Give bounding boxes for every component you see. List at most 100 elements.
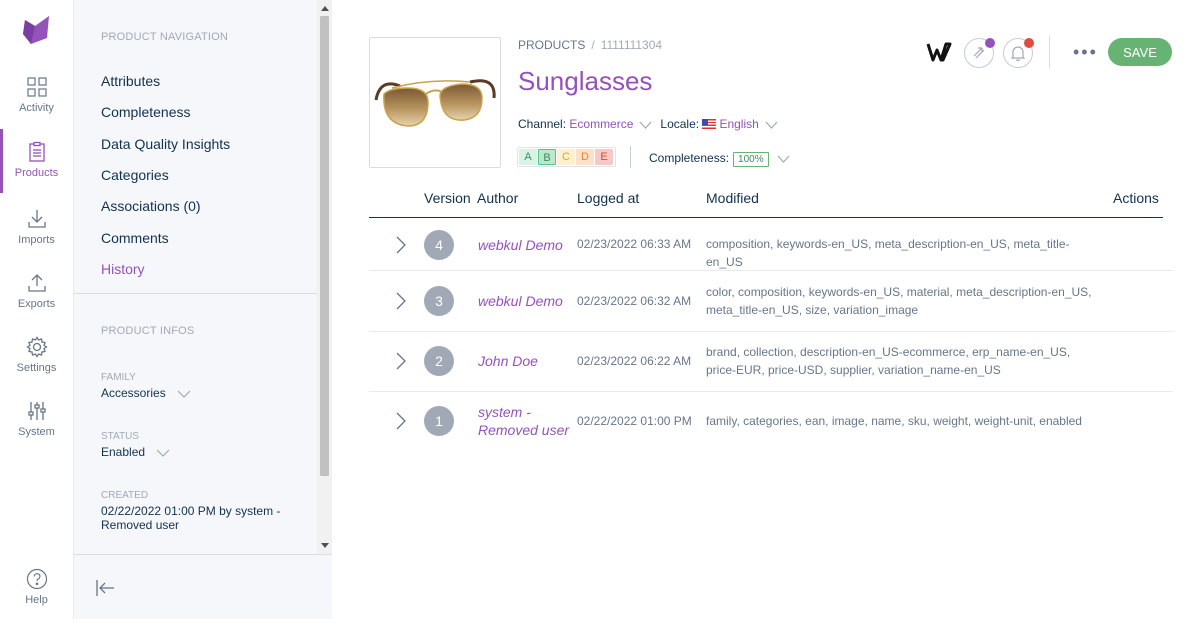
modified-fields: color, composition, keywords-en_US, mate…	[706, 285, 1092, 317]
product-navigation-panel: PRODUCT NAVIGATION Attributes Completene…	[74, 0, 332, 619]
sync-button[interactable]	[964, 38, 995, 68]
menu-item-products[interactable]: Products	[0, 129, 73, 193]
chevron-down-icon	[177, 390, 191, 398]
nav-link-completeness[interactable]: Completeness	[101, 104, 191, 120]
locale-label: Locale:	[660, 117, 700, 131]
chevron-right-icon[interactable]	[395, 351, 407, 371]
divider	[630, 146, 631, 168]
menu-label: Products	[14, 167, 59, 179]
author-link[interactable]: webkul Demo	[478, 292, 563, 310]
product-navigation-title: PRODUCT NAVIGATION	[101, 31, 229, 43]
menu-label: Settings	[16, 362, 57, 374]
webkul-extension-icon[interactable]	[926, 40, 952, 64]
collapse-panel-icon[interactable]	[94, 577, 116, 599]
product-code: 1111111304	[600, 38, 663, 52]
table-row[interactable]: 3 webkul Demo 02/23/2022 06:32 AM color,…	[369, 272, 1173, 332]
version-badge: 1	[424, 406, 454, 436]
more-options-icon[interactable]: •••	[1073, 42, 1098, 63]
family-selector[interactable]: Accessories	[101, 386, 191, 400]
menu-label: Imports	[18, 234, 55, 246]
notification-indicator	[1024, 38, 1034, 48]
menu-label: Exports	[17, 298, 56, 310]
page-title: Sunglasses	[518, 66, 653, 96]
logged-at: 02/23/2022 06:22 AM	[577, 354, 692, 368]
author-link[interactable]: John Doe	[478, 352, 538, 370]
created-value: 02/22/2022 01:00 PM by system - Removed …	[101, 504, 281, 532]
channel-label: Channel:	[518, 117, 567, 131]
family-value: Accessories	[101, 386, 166, 400]
chevron-down-icon[interactable]	[639, 121, 652, 129]
dqi-grade-e: E	[595, 149, 613, 165]
column-logged-at: Logged at	[577, 190, 640, 206]
chevron-down-icon[interactable]	[765, 121, 778, 129]
divider	[74, 293, 317, 294]
product-navigation-scroll[interactable]: PRODUCT NAVIGATION Attributes Completene…	[74, 0, 317, 554]
completeness-badge: 100%	[733, 152, 769, 167]
akeneo-logo[interactable]	[21, 14, 53, 46]
chevron-right-icon[interactable]	[395, 411, 407, 431]
table-row[interactable]: 4 webkul Demo 02/23/2022 06:33 AM compos…	[369, 219, 1173, 271]
breadcrumb-products-link[interactable]: PRODUCTS	[518, 38, 585, 52]
dqi-grade-d: D	[576, 149, 594, 165]
menu-item-system[interactable]: System	[0, 400, 73, 464]
scrollbar[interactable]	[317, 0, 332, 554]
product-infos-title: PRODUCT INFOS	[101, 325, 195, 337]
nav-link-categories[interactable]: Categories	[101, 167, 169, 183]
menu-label: Activity	[19, 102, 54, 114]
settings-icon	[25, 336, 48, 358]
us-flag-icon	[702, 119, 717, 129]
main-content: PRODUCTS / 1111111304 Sunglasses Channel: …	[332, 0, 1200, 619]
imports-icon	[27, 210, 46, 228]
author-link[interactable]: system - Removed user	[478, 403, 573, 439]
activity-icon	[26, 77, 47, 97]
chevron-down-icon	[156, 449, 170, 457]
menu-item-help[interactable]: Help	[0, 568, 73, 632]
status-value: Enabled	[101, 445, 146, 459]
version-badge: 2	[424, 346, 454, 376]
completeness-label: Completeness:	[649, 151, 730, 165]
nav-link-attributes[interactable]: Attributes	[101, 73, 160, 89]
chevron-right-icon[interactable]	[395, 235, 407, 255]
data-quality-badges[interactable]: A B C D E	[517, 147, 616, 167]
logged-at: 02/22/2022 01:00 PM	[577, 414, 692, 428]
divider	[1049, 36, 1050, 68]
history-table-header: Version Author Logged at Modified Action…	[369, 180, 1163, 218]
version-badge: 4	[424, 230, 454, 260]
help-icon	[26, 568, 47, 590]
modified-fields: family, categories, ean, image, name, sk…	[706, 414, 1082, 428]
nav-link-comments[interactable]: Comments	[101, 230, 169, 246]
column-version: Version	[424, 190, 471, 206]
completeness-dropdown[interactable]: Completeness: 100%	[649, 151, 790, 167]
nav-link-history[interactable]: History	[101, 261, 145, 277]
author-link[interactable]: webkul Demo	[478, 236, 563, 254]
save-button[interactable]: SAVE	[1108, 38, 1172, 66]
table-row[interactable]: 1 system - Removed user 02/22/2022 01:00…	[369, 393, 1173, 451]
channel-switcher[interactable]: Ecommerce	[569, 117, 633, 131]
nav-link-data-quality-insights[interactable]: Data Quality Insights	[101, 136, 230, 152]
column-author: Author	[477, 190, 519, 206]
main-menu: Activity Products Imports Exports Settin…	[0, 0, 74, 619]
created-label: CREATED	[101, 490, 149, 501]
system-icon	[27, 402, 46, 420]
menu-item-settings[interactable]: Settings	[0, 336, 73, 400]
status-selector[interactable]: Enabled	[101, 445, 170, 459]
notifications-button[interactable]	[1003, 38, 1034, 68]
table-row[interactable]: 2 John Doe 02/23/2022 06:22 AM brand, co…	[369, 333, 1173, 392]
sync-indicator	[985, 38, 995, 48]
products-icon	[28, 141, 45, 162]
product-image[interactable]	[369, 37, 501, 168]
scroll-up-arrow[interactable]	[321, 6, 329, 11]
scroll-thumb[interactable]	[320, 16, 329, 476]
menu-item-exports[interactable]: Exports	[0, 272, 73, 336]
locale-switcher[interactable]: English	[719, 117, 758, 131]
chevron-right-icon[interactable]	[395, 291, 407, 311]
logged-at: 02/23/2022 06:32 AM	[577, 294, 692, 308]
modified-fields: composition, keywords-en_US, meta_descri…	[706, 237, 1070, 269]
scroll-down-arrow[interactable]	[321, 543, 329, 548]
logged-at: 02/23/2022 06:33 AM	[577, 237, 692, 251]
menu-label: Help	[25, 594, 48, 606]
column-modified: Modified	[706, 190, 759, 206]
menu-item-imports[interactable]: Imports	[0, 208, 73, 272]
status-label: STATUS	[101, 431, 139, 442]
nav-link-associations[interactable]: Associations (0)	[101, 198, 201, 214]
